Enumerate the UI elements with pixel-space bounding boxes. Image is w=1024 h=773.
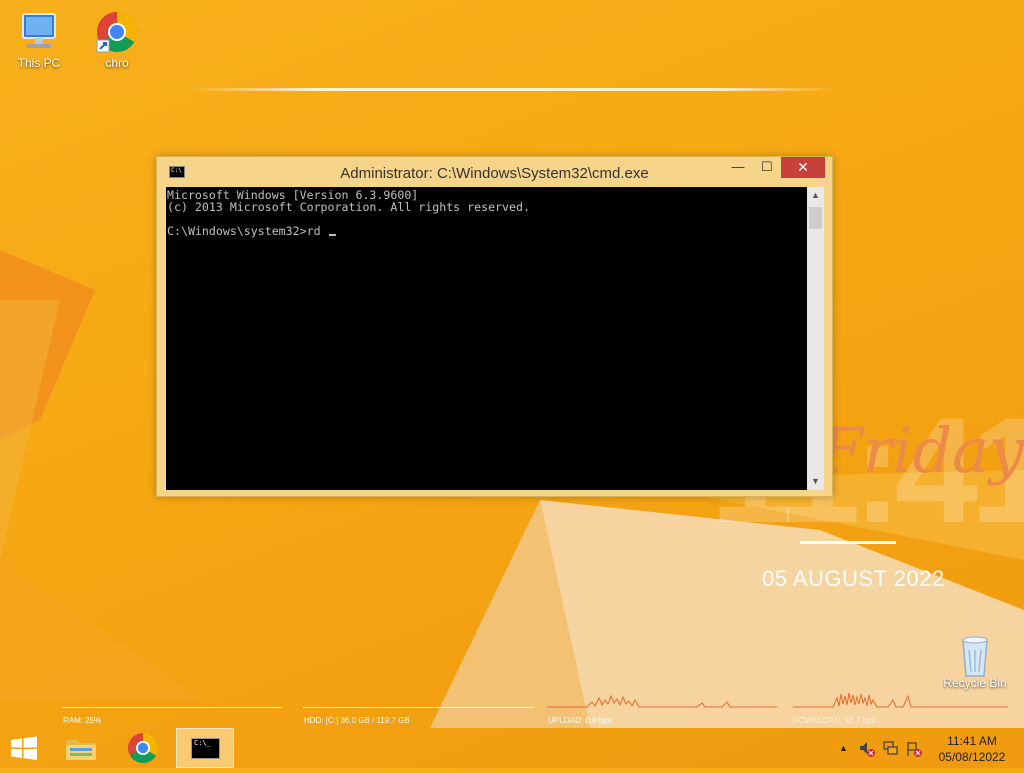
- taskbar-chrome[interactable]: [119, 728, 167, 768]
- chrome-icon: [93, 10, 141, 54]
- desktop-icon-label: This PC: [17, 56, 61, 70]
- scroll-thumb[interactable]: [809, 207, 822, 229]
- action-center-flag-icon[interactable]: [905, 740, 923, 758]
- decorative-line: [190, 88, 835, 91]
- desktop-icon-label: chro: [105, 56, 129, 70]
- start-button[interactable]: [0, 728, 48, 768]
- desktop-icon-recycle-bin[interactable]: Recycle Bin: [940, 630, 1010, 690]
- widget-date: 05 AUGUST 2022: [762, 566, 945, 591]
- stats-line-hdd: [303, 707, 533, 708]
- upload-graph: [547, 694, 777, 708]
- taskbar-clock[interactable]: 11:41 AM 05/08/12022: [932, 733, 1012, 765]
- folder-icon: [66, 740, 96, 760]
- cmd-window[interactable]: C:\ Administrator: C:\Windows\System32\c…: [156, 156, 833, 497]
- ram-stat: RAM: 25%: [63, 716, 102, 725]
- console-output[interactable]: Microsoft Windows [Version 6.3.9600] (c)…: [166, 187, 807, 490]
- upload-stat: UPLOAD: 0.0 bps: [548, 716, 612, 725]
- hdd-stat: HDD: [C:] 36.0 GB / 119.7 GB: [304, 716, 410, 725]
- computer-icon: [15, 10, 63, 54]
- console-prompt-line: C:\Windows\system32>rd: [167, 224, 328, 238]
- widget-divider: [800, 541, 896, 544]
- minimize-button[interactable]: —: [724, 157, 752, 178]
- clock-date: 05/08/12022: [938, 750, 1006, 764]
- scroll-up-icon[interactable]: ▲: [807, 187, 824, 204]
- stats-line-ram: [62, 707, 282, 708]
- window-titlebar[interactable]: C:\ Administrator: C:\Windows\System32\c…: [157, 157, 832, 187]
- widget-day: Friday: [820, 414, 1024, 487]
- close-button[interactable]: ✕: [781, 157, 825, 178]
- cmd-icon: C:\_: [191, 738, 220, 759]
- text-cursor: [328, 234, 336, 236]
- console-line: (c) 2013 Microsoft Corporation. All righ…: [167, 200, 530, 214]
- scroll-down-icon[interactable]: ▼: [807, 473, 824, 490]
- vertical-scrollbar[interactable]: ▲ ▼: [807, 187, 824, 490]
- volume-muted-icon[interactable]: [858, 740, 876, 758]
- recycle-bin-icon: [951, 630, 999, 677]
- download-graph: [793, 692, 1008, 708]
- chrome-icon: [128, 733, 158, 764]
- tray-chevron-icon[interactable]: ▲: [839, 743, 848, 753]
- clock-time: 11:41 AM: [947, 734, 997, 748]
- windows-logo-icon: [11, 736, 37, 760]
- desktop-icon-this-pc[interactable]: This PC: [7, 10, 71, 70]
- taskbar-cmd-active[interactable]: C:\_: [176, 728, 234, 768]
- desktop-icon-chrome[interactable]: chro: [85, 10, 149, 70]
- maximize-button[interactable]: ☐: [754, 157, 780, 178]
- download-stat: DOWNLOAD: 92.7 bps: [793, 716, 876, 725]
- network-icon[interactable]: [882, 740, 900, 758]
- taskbar-file-explorer[interactable]: [57, 728, 105, 768]
